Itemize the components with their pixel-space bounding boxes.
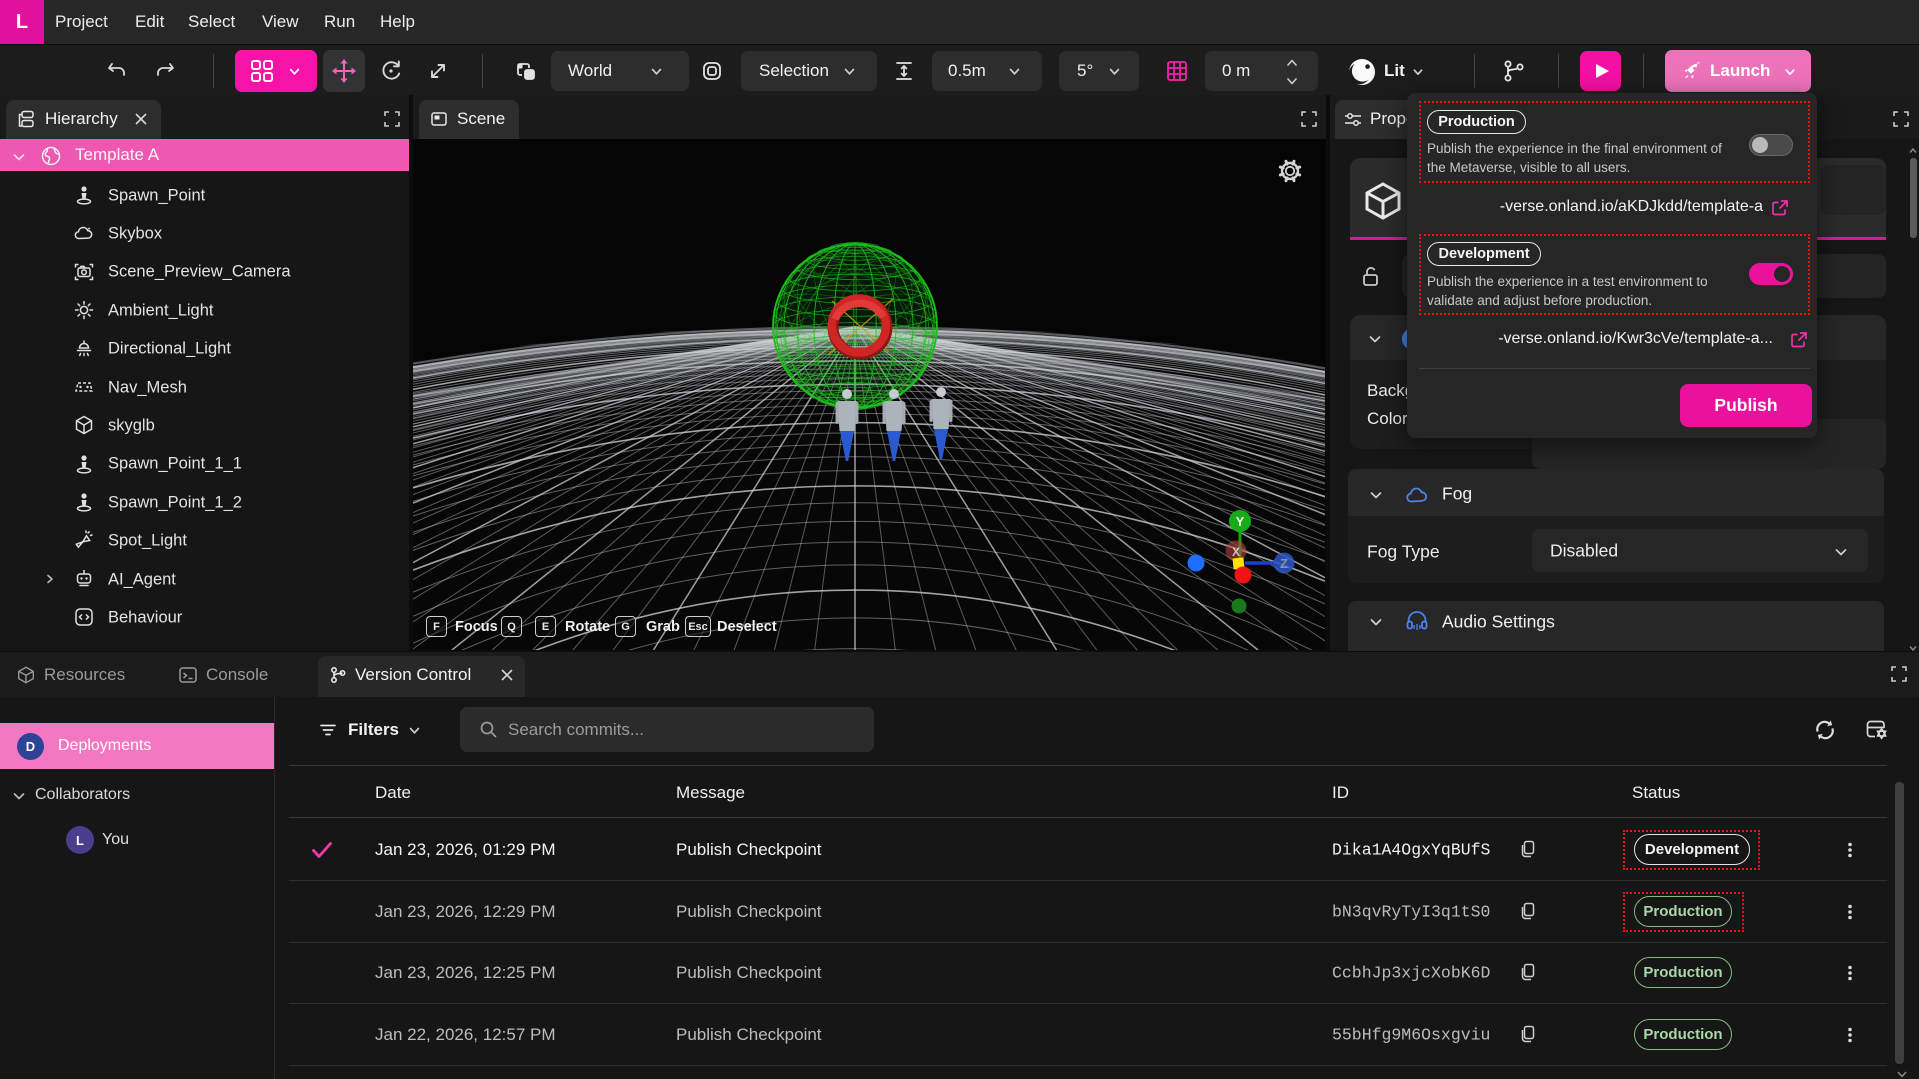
svg-text:Y: Y bbox=[1236, 514, 1245, 529]
svg-text:Z: Z bbox=[1280, 556, 1288, 571]
svg-text:X: X bbox=[1232, 545, 1240, 559]
